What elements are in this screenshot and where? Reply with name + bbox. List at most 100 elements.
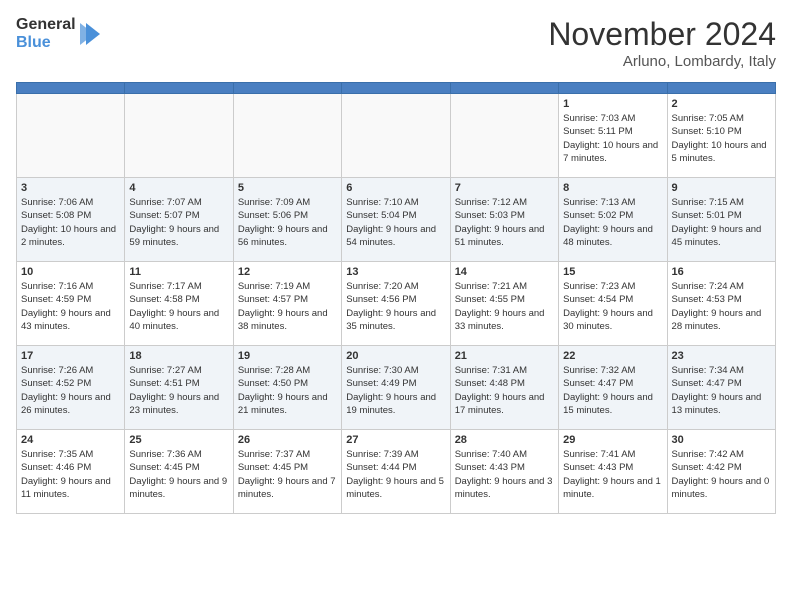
calendar-cell: 5Sunrise: 7:09 AM Sunset: 5:06 PM Daylig…	[233, 178, 341, 262]
calendar-cell: 12Sunrise: 7:19 AM Sunset: 4:57 PM Dayli…	[233, 262, 341, 346]
day-info: Sunrise: 7:35 AM Sunset: 4:46 PM Dayligh…	[21, 448, 120, 501]
calendar-cell: 19 Sunrise: 7:28 AM Sunset: 4:50 PM Dayli…	[233, 346, 341, 430]
month-title: November 2024	[548, 16, 776, 53]
calendar-cell: 22 Sunrise: 7:32 AM Sunset: 4:47 PM Dayli…	[559, 346, 667, 430]
calendar-cell: 14 Sunrise: 7:21 AM Sunset: 4:55 PM Dayli…	[450, 262, 558, 346]
day-number: 1	[563, 98, 662, 110]
calendar-cell: 3Sunrise: 7:06 AM Sunset: 5:08 PM Daylig…	[17, 178, 125, 262]
location: Arluno, Lombardy, Italy	[548, 53, 776, 70]
day-info: Sunrise: 7:07 AM Sunset: 5:07 PM Dayligh…	[129, 196, 228, 249]
day-number: 6	[346, 182, 445, 194]
day-number: 29	[563, 434, 662, 446]
day-info: Sunrise: 7:26 AM Sunset: 4:52 PM Dayligh…	[21, 364, 120, 417]
day-number: 27	[346, 434, 445, 446]
day-number: 30	[672, 434, 771, 446]
day-number: 13	[346, 266, 445, 278]
day-info: Sunrise: 7:05 AM Sunset: 5:10 PM Dayligh…	[672, 112, 771, 165]
day-info: Sunrise: 7:34 AM Sunset: 4:47 PM Dayligh…	[672, 364, 771, 417]
calendar-cell: 20Sunrise: 7:30 AM Sunset: 4:49 PM Dayli…	[342, 346, 450, 430]
day-number: 11	[129, 266, 228, 278]
calendar-cell: 11 Sunrise: 7:17 AM Sunset: 4:58 PM Dayli…	[125, 262, 233, 346]
calendar-cell: 8 Sunrise: 7:13 AM Sunset: 5:02 PM Daylig…	[559, 178, 667, 262]
calendar-cell: 26 Sunrise: 7:37 AM Sunset: 4:45 PM Dayli…	[233, 430, 341, 514]
day-number: 25	[129, 434, 228, 446]
day-info: Sunrise: 7:39 AM Sunset: 4:44 PM Dayligh…	[346, 448, 445, 501]
day-number: 7	[455, 182, 554, 194]
day-number: 28	[455, 434, 554, 446]
calendar-cell	[125, 94, 233, 178]
page-header: General Blue November 2024 Arluno, Lomba…	[16, 16, 776, 70]
calendar-cell: 16Sunrise: 7:24 AM Sunset: 4:53 PM Dayli…	[667, 262, 775, 346]
calendar-table: 1 Sunrise: 7:03 AM Sunset: 5:11 PM Daylig…	[16, 82, 776, 514]
day-info: Sunrise: 7:32 AM Sunset: 4:47 PM Dayligh…	[563, 364, 662, 417]
day-info: Sunrise: 7:06 AM Sunset: 5:08 PM Dayligh…	[21, 196, 120, 249]
day-info: Sunrise: 7:37 AM Sunset: 4:45 PM Dayligh…	[238, 448, 337, 501]
day-number: 19	[238, 350, 337, 362]
logo-arrow-icon	[80, 23, 100, 45]
calendar-cell	[17, 94, 125, 178]
day-number: 10	[21, 266, 120, 278]
week-row-3: 10 Sunrise: 7:16 AM Sunset: 4:59 PM Dayli…	[17, 262, 776, 346]
week-row-1: 1 Sunrise: 7:03 AM Sunset: 5:11 PM Daylig…	[17, 94, 776, 178]
day-info: Sunrise: 7:21 AM Sunset: 4:55 PM Dayligh…	[455, 280, 554, 333]
calendar-cell	[233, 94, 341, 178]
calendar-cell: 24 Sunrise: 7:35 AM Sunset: 4:46 PM Dayli…	[17, 430, 125, 514]
day-info: Sunrise: 7:40 AM Sunset: 4:43 PM Dayligh…	[455, 448, 554, 501]
calendar-cell	[342, 94, 450, 178]
calendar-cell: 29 Sunrise: 7:41 AM Sunset: 4:43 PM Dayli…	[559, 430, 667, 514]
day-info: Sunrise: 7:27 AM Sunset: 4:51 PM Dayligh…	[129, 364, 228, 417]
day-number: 22	[563, 350, 662, 362]
week-row-5: 24 Sunrise: 7:35 AM Sunset: 4:46 PM Dayli…	[17, 430, 776, 514]
day-info: Sunrise: 7:36 AM Sunset: 4:45 PM Dayligh…	[129, 448, 228, 501]
calendar-cell: 17 Sunrise: 7:26 AM Sunset: 4:52 PM Dayli…	[17, 346, 125, 430]
calendar-cell: 27 Sunrise: 7:39 AM Sunset: 4:44 PM Dayli…	[342, 430, 450, 514]
day-info: Sunrise: 7:23 AM Sunset: 4:54 PM Dayligh…	[563, 280, 662, 333]
day-number: 16	[672, 266, 771, 278]
day-number: 17	[21, 350, 120, 362]
calendar-cell: 21 Sunrise: 7:31 AM Sunset: 4:48 PM Dayli…	[450, 346, 558, 430]
day-info: Sunrise: 7:28 AM Sunset: 4:50 PM Dayligh…	[238, 364, 337, 417]
col-saturday	[667, 83, 775, 94]
day-info: Sunrise: 7:15 AM Sunset: 5:01 PM Dayligh…	[672, 196, 771, 249]
day-number: 4	[129, 182, 228, 194]
day-number: 18	[129, 350, 228, 362]
day-info: Sunrise: 7:13 AM Sunset: 5:02 PM Dayligh…	[563, 196, 662, 249]
col-wednesday	[342, 83, 450, 94]
logo: General Blue	[16, 16, 100, 51]
col-thursday	[450, 83, 558, 94]
calendar-cell: 18 Sunrise: 7:27 AM Sunset: 4:51 PM Dayli…	[125, 346, 233, 430]
calendar-cell: 10 Sunrise: 7:16 AM Sunset: 4:59 PM Dayli…	[17, 262, 125, 346]
calendar-cell: 1 Sunrise: 7:03 AM Sunset: 5:11 PM Daylig…	[559, 94, 667, 178]
day-info: Sunrise: 7:16 AM Sunset: 4:59 PM Dayligh…	[21, 280, 120, 333]
day-number: 12	[238, 266, 337, 278]
day-info: Sunrise: 7:31 AM Sunset: 4:48 PM Dayligh…	[455, 364, 554, 417]
day-number: 2	[672, 98, 771, 110]
day-number: 21	[455, 350, 554, 362]
day-number: 23	[672, 350, 771, 362]
calendar-cell: 25 Sunrise: 7:36 AM Sunset: 4:45 PM Dayli…	[125, 430, 233, 514]
day-number: 14	[455, 266, 554, 278]
calendar-cell: 23 Sunrise: 7:34 AM Sunset: 4:47 PM Dayli…	[667, 346, 775, 430]
day-number: 24	[21, 434, 120, 446]
calendar-cell: 4 Sunrise: 7:07 AM Sunset: 5:07 PM Daylig…	[125, 178, 233, 262]
day-info: Sunrise: 7:12 AM Sunset: 5:03 PM Dayligh…	[455, 196, 554, 249]
day-info: Sunrise: 7:41 AM Sunset: 4:43 PM Dayligh…	[563, 448, 662, 501]
col-monday	[125, 83, 233, 94]
day-number: 26	[238, 434, 337, 446]
day-number: 8	[563, 182, 662, 194]
calendar-cell: 13Sunrise: 7:20 AM Sunset: 4:56 PM Dayli…	[342, 262, 450, 346]
day-info: Sunrise: 7:17 AM Sunset: 4:58 PM Dayligh…	[129, 280, 228, 333]
calendar-header-row	[17, 83, 776, 94]
day-info: Sunrise: 7:03 AM Sunset: 5:11 PM Dayligh…	[563, 112, 662, 165]
day-number: 5	[238, 182, 337, 194]
day-number: 15	[563, 266, 662, 278]
col-friday	[559, 83, 667, 94]
calendar-cell: 28 Sunrise: 7:40 AM Sunset: 4:43 PM Dayli…	[450, 430, 558, 514]
calendar-cell: 30Sunrise: 7:42 AM Sunset: 4:42 PM Dayli…	[667, 430, 775, 514]
calendar-cell: 9Sunrise: 7:15 AM Sunset: 5:01 PM Daylig…	[667, 178, 775, 262]
calendar-cell: 6Sunrise: 7:10 AM Sunset: 5:04 PM Daylig…	[342, 178, 450, 262]
week-row-4: 17 Sunrise: 7:26 AM Sunset: 4:52 PM Dayli…	[17, 346, 776, 430]
calendar-cell	[450, 94, 558, 178]
col-sunday	[17, 83, 125, 94]
calendar-cell: 2 Sunrise: 7:05 AM Sunset: 5:10 PM Daylig…	[667, 94, 775, 178]
